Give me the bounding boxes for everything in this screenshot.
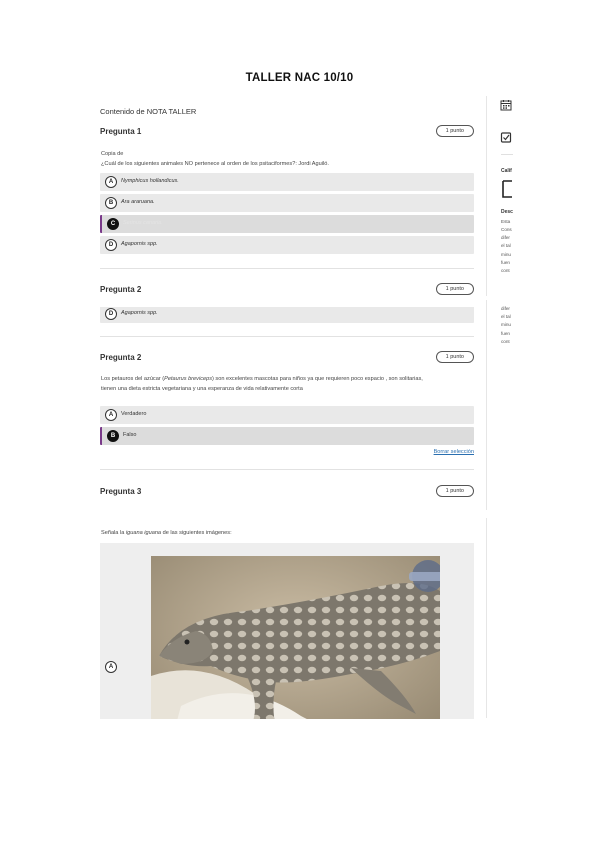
clear-selection-link[interactable]: Borrar selección	[434, 449, 474, 455]
question-text-line: ¿Cuál de los siguientes animales NO pert…	[101, 160, 329, 167]
description-line: cont	[501, 339, 510, 344]
option-text: Agapornis spp.	[121, 310, 158, 316]
content-heading: Contenido de NOTA TALLER	[100, 107, 197, 116]
question-1-header: Pregunta 1 1 punto	[100, 125, 474, 139]
calendar-icon[interactable]	[500, 99, 512, 111]
option-letter: C	[107, 218, 119, 230]
answer-option-d[interactable]: D Agapornis spp.	[100, 236, 474, 254]
option-letter: A	[105, 176, 117, 188]
question-divider	[100, 268, 474, 269]
description-line: cont	[501, 268, 510, 273]
option-letter: B	[107, 430, 119, 442]
clipped-overlay	[100, 299, 474, 307]
sidebar-divider	[486, 96, 487, 296]
option-letter: D	[105, 239, 117, 251]
sidebar-divider-bottom	[486, 518, 487, 718]
grade-box-icon	[502, 180, 512, 198]
points-badge: 1 punto	[435, 485, 474, 497]
points-badge: 1 punto	[435, 283, 474, 295]
page-title: TALLER NAC 10/10	[245, 72, 354, 84]
question-title: Pregunta 2	[100, 285, 142, 294]
sidebar-divider-lower	[486, 300, 487, 510]
option-text: Serinus canaria.	[123, 220, 163, 226]
option-text: Agapornis spp.	[121, 241, 158, 247]
quiz-content: Contenido de NOTA TALLER Pregunta 1 1 pu…	[100, 96, 474, 719]
question-text: Copia de ¿Cuál de los siguientes animale…	[101, 150, 473, 169]
option-letter: A	[105, 661, 117, 673]
description-label: Desc	[501, 209, 513, 215]
option-text: Falso	[123, 432, 137, 438]
question-divider	[100, 469, 474, 470]
answer-option-b[interactable]: B Ara araruana.	[100, 194, 474, 212]
points-badge: 1 punto	[435, 125, 474, 137]
sidebar-separator	[501, 154, 513, 155]
question-3-header: Pregunta 3 1 punto	[100, 485, 474, 499]
option-text: Nymphicus hollandicus.	[121, 178, 179, 184]
question-divider	[100, 336, 474, 337]
question-text: Los petauros del azúcar (Petaurus brevic…	[101, 375, 473, 394]
answer-option-true[interactable]: A Verdadero	[100, 406, 474, 424]
option-letter: D	[105, 308, 117, 320]
question-title: Pregunta 1	[100, 127, 142, 136]
answer-option-a[interactable]: A Nymphicus hollandicus.	[100, 173, 474, 191]
option-letter: B	[105, 197, 117, 209]
question-text-line: Copia de	[101, 151, 124, 157]
option-text: Ara araruana.	[121, 199, 155, 205]
points-badge: 1 punto	[435, 351, 474, 363]
grade-label: Calif	[501, 168, 512, 174]
question-2-header: Pregunta 2 1 punto	[100, 351, 474, 365]
question-title: Pregunta 2	[100, 353, 142, 362]
answer-option-false[interactable]: B Falso	[100, 427, 474, 445]
question-text-line: Los petauros del azúcar (Petaurus brevic…	[101, 376, 423, 382]
question-2-header: Pregunta 2 1 punto	[100, 283, 474, 297]
lizard-photo	[151, 556, 440, 719]
question-text-line: tienen una dieta estricta vegetariana y …	[101, 385, 303, 392]
description-line: el tal	[501, 243, 511, 248]
answer-option-c[interactable]: C Serinus canaria.	[100, 215, 474, 233]
check-icon[interactable]	[500, 131, 512, 143]
lizard-image	[151, 556, 440, 719]
option-text: Verdadero	[121, 411, 147, 417]
answer-option-d[interactable]: D Agapornis spp.	[100, 305, 474, 323]
description-line: minu	[501, 322, 511, 327]
question-text: Señala la iguana iguana de las siguiente…	[101, 530, 232, 536]
image-option-a[interactable]: A	[100, 543, 474, 719]
question-title: Pregunta 3	[100, 487, 142, 496]
option-letter: A	[105, 409, 117, 421]
